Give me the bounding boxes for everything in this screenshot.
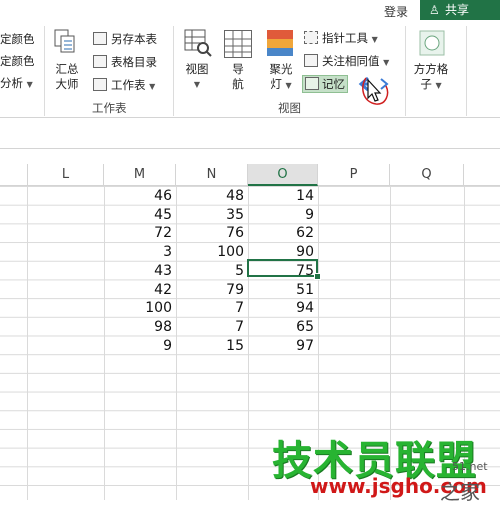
sheet-top-gap [0, 149, 500, 163]
cell-m[interactable]: 9 [112, 337, 172, 355]
cell-n[interactable]: 100 [184, 243, 244, 261]
cell-o[interactable]: 14 [254, 187, 314, 205]
cell-n[interactable]: 76 [184, 224, 244, 242]
memory-icon [305, 77, 319, 90]
table-directory-button[interactable]: 表格目录 [111, 54, 157, 70]
cell-m[interactable]: 3 [112, 243, 172, 261]
grid-line [248, 186, 249, 500]
left-item-2[interactable]: 分析 ▼ [0, 75, 33, 91]
cell-m[interactable]: 72 [112, 224, 172, 242]
column-header-q[interactable]: Q [390, 164, 464, 186]
cell-n[interactable]: 15 [184, 337, 244, 355]
grid-plus-label-2: 子 ▼ [420, 77, 442, 91]
column-header-r[interactable] [464, 164, 500, 186]
login-link[interactable]: 登录 [384, 3, 408, 20]
separator [466, 26, 467, 116]
cell-n[interactable]: 7 [184, 299, 244, 317]
share-label: 共享 [445, 3, 470, 17]
focus-same-icon [304, 54, 318, 67]
navigation-icon [224, 30, 252, 58]
grid-plus-label-1: 方方格 [413, 62, 449, 76]
cell-o[interactable]: 97 [254, 337, 314, 355]
spotlight-label-2: 灯 ▼ [270, 77, 292, 91]
left-item-0[interactable]: 定颜色 [0, 31, 35, 47]
separator [405, 26, 406, 116]
title-bar: 登录 ♙ 共享 [0, 0, 500, 22]
summary-icon [54, 29, 75, 53]
column-header-o[interactable]: O [248, 164, 318, 186]
focus-same-dropdown[interactable]: 关注相同值 ▼ [322, 53, 389, 69]
view-label: 视图 [185, 62, 209, 76]
cell-n[interactable]: 35 [184, 206, 244, 224]
column-header-l[interactable]: L [28, 164, 104, 186]
column-header-partial[interactable] [0, 164, 28, 186]
worksheet-group-label: 工作表 [92, 101, 127, 115]
navigation-button[interactable]: 导 航 [227, 62, 249, 92]
cell-m[interactable]: 42 [112, 281, 172, 299]
view-group-label: 视图 [278, 101, 301, 115]
grid-plus-button[interactable]: 方方格 子 ▼ [408, 62, 454, 93]
nav-label-1: 导 [232, 62, 244, 76]
save-sheet-button[interactable]: 另存本表 [111, 31, 157, 47]
cell-o[interactable]: 62 [254, 224, 314, 242]
active-cell[interactable] [247, 259, 318, 277]
cell-o[interactable]: 9 [254, 206, 314, 224]
view-button[interactable]: 视图 ▼ [180, 62, 214, 92]
worksheet-icon [93, 78, 107, 91]
grid-line [104, 186, 105, 500]
person-icon: ♙ [429, 3, 440, 17]
grid-line [176, 186, 177, 500]
cell-n[interactable]: 48 [184, 187, 244, 205]
memory-label: 记忆 [322, 77, 345, 91]
cell-m[interactable]: 98 [112, 318, 172, 336]
summary-master-button[interactable]: 汇总 大师 [50, 62, 84, 92]
watermark-home: 之家 [440, 480, 480, 504]
table-directory-icon [93, 55, 107, 68]
grid-plus-icon [419, 30, 445, 56]
view-icon [184, 29, 212, 57]
summary-label-1: 汇总 [55, 62, 79, 76]
summary-label-2: 大师 [55, 77, 79, 91]
separator [173, 26, 174, 116]
pointer-tool-icon [304, 31, 318, 44]
column-header-p[interactable]: P [318, 164, 390, 186]
separator [44, 26, 45, 116]
formula-bar[interactable] [0, 118, 500, 149]
cell-o[interactable]: 65 [254, 318, 314, 336]
column-header-n[interactable]: N [176, 164, 248, 186]
cursor-annotation [362, 77, 389, 105]
cell-o[interactable]: 51 [254, 281, 314, 299]
save-sheet-icon [93, 32, 107, 45]
cell-m[interactable]: 46 [112, 187, 172, 205]
pointer-tool-dropdown[interactable]: 指针工具 ▼ [322, 30, 378, 46]
share-button[interactable]: ♙ 共享 [420, 0, 500, 20]
cell-n[interactable]: 5 [184, 262, 244, 280]
cell-n[interactable]: 79 [184, 281, 244, 299]
spotlight-label-1: 聚光 [269, 62, 293, 76]
chevron-down-icon: ▼ [193, 80, 201, 89]
spotlight-icon [267, 30, 293, 56]
spotlight-button[interactable]: 聚光 灯 ▼ [264, 62, 298, 93]
cell-m[interactable]: 45 [112, 206, 172, 224]
watermark-site: 51.net [452, 460, 488, 473]
worksheet-dropdown[interactable]: 工作表 ▼ [111, 77, 155, 93]
cell-o[interactable]: 94 [254, 299, 314, 317]
cell-m[interactable]: 100 [112, 299, 172, 317]
column-header-m[interactable]: M [104, 164, 176, 186]
fill-handle[interactable] [314, 273, 321, 280]
left-item-1[interactable]: 定颜色 [0, 53, 35, 69]
nav-label-2: 航 [232, 77, 244, 91]
cell-n[interactable]: 7 [184, 318, 244, 336]
cell-m[interactable]: 43 [112, 262, 172, 280]
